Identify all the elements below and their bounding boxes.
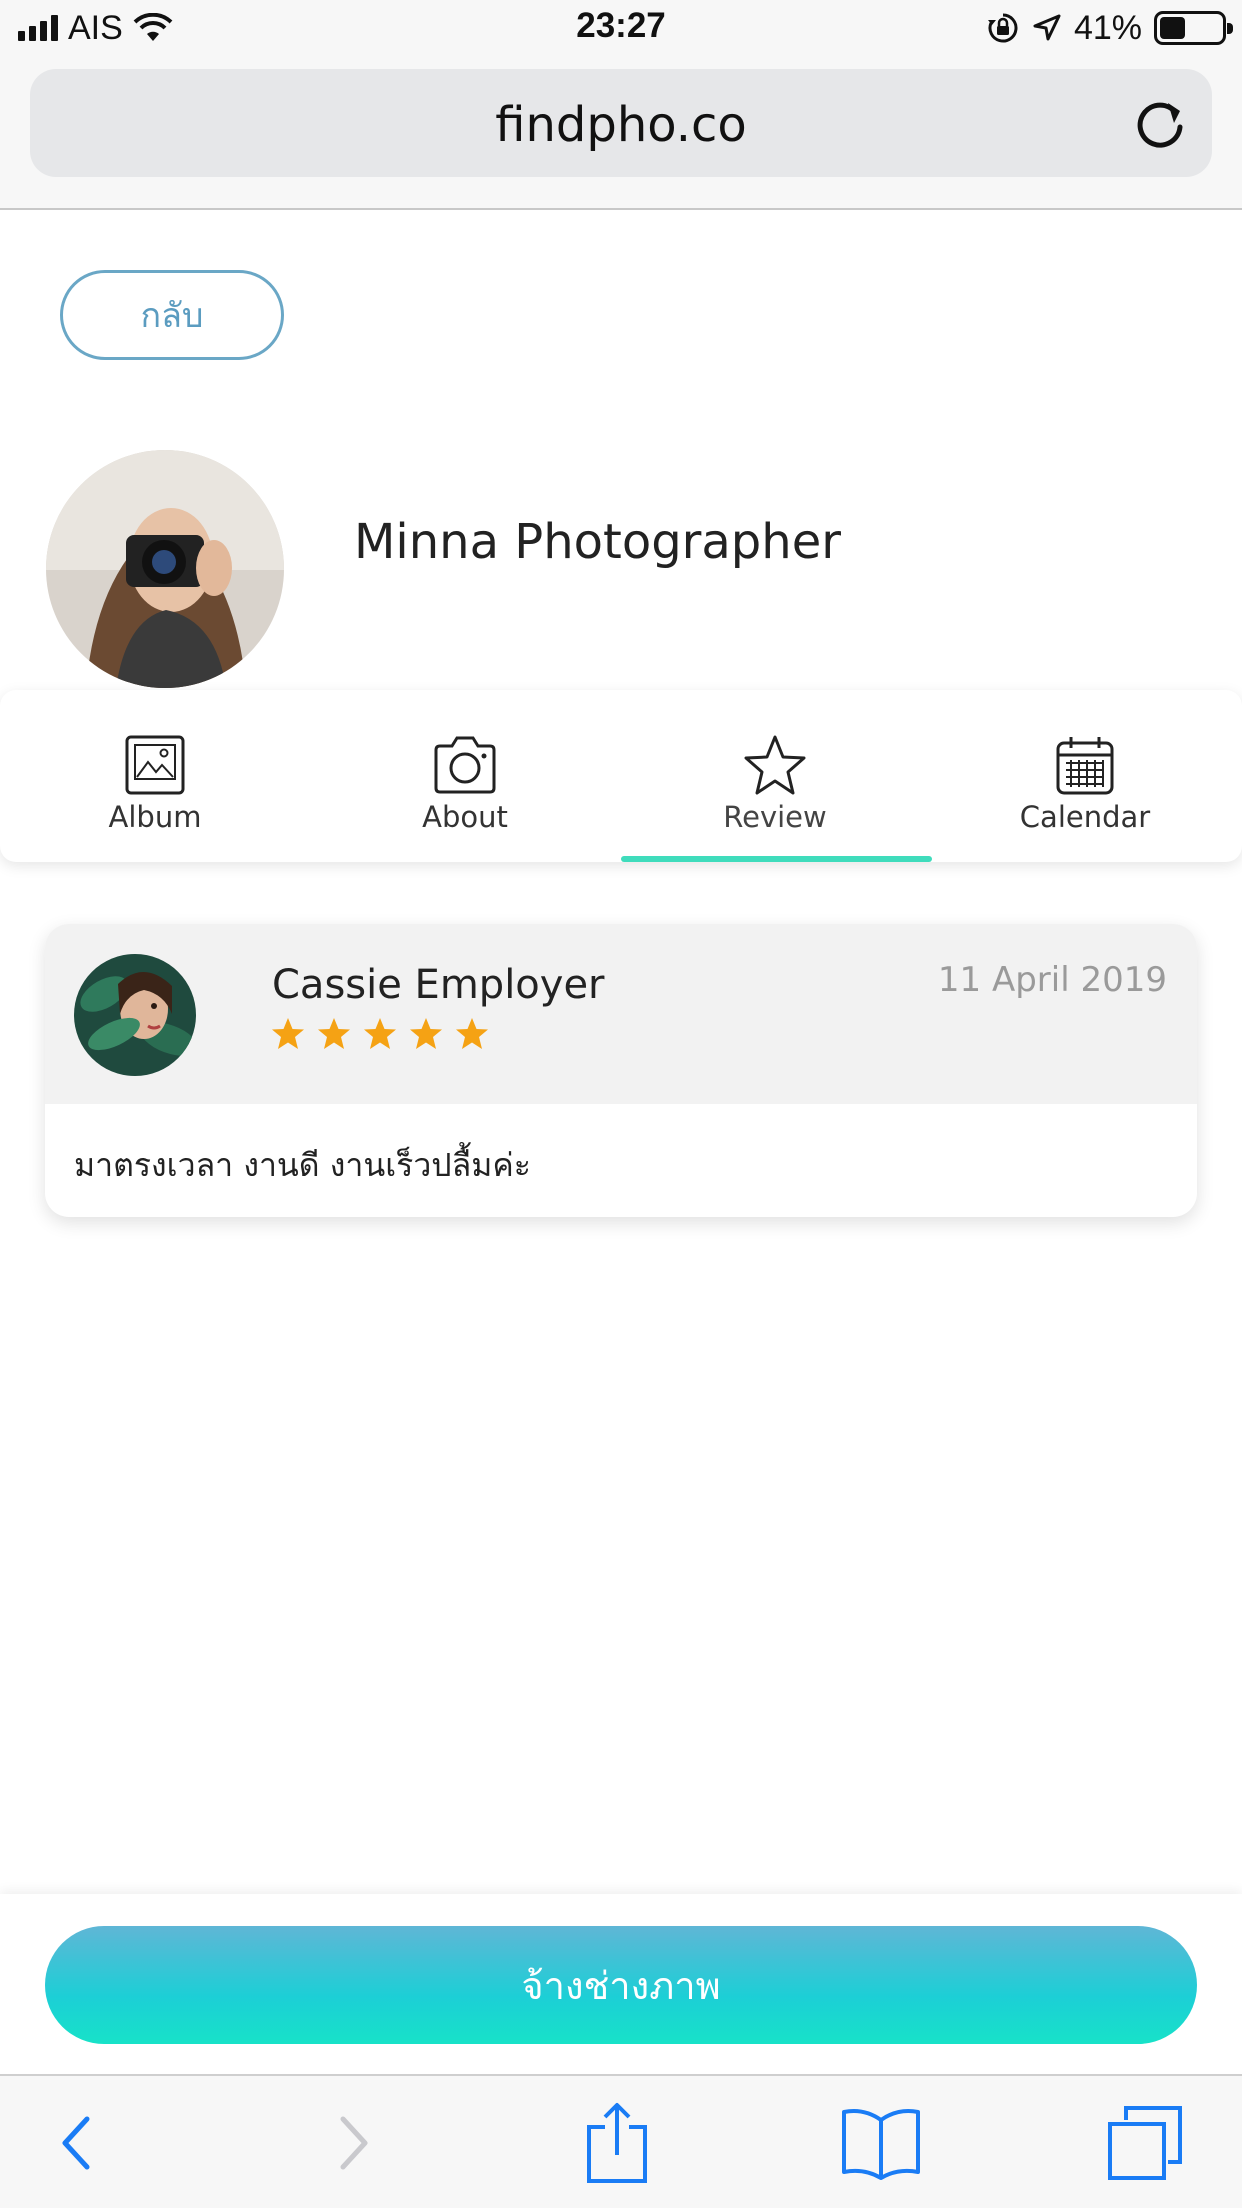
- status-right: 41%: [986, 8, 1233, 48]
- battery-percent: 41%: [1073, 8, 1142, 47]
- review-date: 11 April 2019: [937, 960, 1167, 1000]
- review-card: Cassie Employer 11 April 2019 มาตรงเวลา …: [45, 924, 1197, 1217]
- tab-album[interactable]: Album: [0, 690, 310, 862]
- calendar-icon: [1056, 737, 1114, 795]
- battery-icon: [1154, 11, 1233, 45]
- reload-icon[interactable]: [1130, 93, 1190, 153]
- tab-label-calendar: Calendar: [1019, 800, 1151, 834]
- tab-label-review: Review: [723, 800, 827, 834]
- photographer-avatar: [46, 450, 284, 688]
- forward-arrow-icon: [340, 2116, 368, 2170]
- rating-star-icon: [272, 1018, 304, 1049]
- browser-address-area: findpho.co: [0, 56, 1242, 210]
- share-button[interactable]: [572, 2100, 662, 2186]
- review-text: มาตรงเวลา งานดี งานเร็วปลื้มค่ะ: [74, 1146, 531, 1184]
- tab-label-album: Album: [108, 800, 202, 834]
- forward-arrow-button[interactable]: [308, 2100, 398, 2186]
- tab-about[interactable]: About: [310, 690, 620, 862]
- photographer-name: Minna Photographer: [354, 514, 841, 570]
- reviewer-avatar: [74, 954, 196, 1076]
- location-icon: [1033, 14, 1061, 41]
- hire-bar: จ้างช่างภาพ: [0, 1894, 1242, 2074]
- hire-photographer-button[interactable]: จ้างช่างภาพ: [45, 1926, 1197, 2044]
- profile-tabs: Album About Review Calendar: [0, 690, 1242, 862]
- rating-star-icon: [410, 1018, 442, 1049]
- bookmarks-button[interactable]: [836, 2100, 926, 2186]
- rating-stars: [270, 1016, 490, 1052]
- tab-label-about: About: [422, 800, 508, 834]
- tab-review[interactable]: Review: [620, 690, 930, 862]
- url-text[interactable]: findpho.co: [30, 97, 1212, 153]
- share-icon: [587, 2103, 647, 2183]
- tabs-button[interactable]: [1100, 2100, 1190, 2186]
- rating-star-icon: [318, 1018, 350, 1049]
- review-header: Cassie Employer 11 April 2019: [45, 924, 1197, 1104]
- tabs-icon: [1108, 2106, 1182, 2180]
- browser-toolbar: [0, 2074, 1242, 2208]
- back-arrow-icon: [62, 2116, 90, 2170]
- album-icon: [125, 735, 185, 795]
- active-tab-indicator: [621, 856, 932, 862]
- star-icon: [744, 735, 806, 795]
- status-bar: AIS 23:27 41%: [0, 0, 1242, 56]
- back-arrow-button[interactable]: [32, 2100, 122, 2186]
- bookmarks-icon: [842, 2109, 920, 2180]
- rating-star-icon: [456, 1018, 488, 1049]
- tab-calendar[interactable]: Calendar: [930, 690, 1240, 862]
- rating-star-icon: [364, 1018, 396, 1049]
- reviewer-name: Cassie Employer: [272, 962, 605, 1008]
- back-button[interactable]: กลับ: [60, 270, 284, 360]
- address-bar[interactable]: findpho.co: [30, 69, 1212, 177]
- camera-icon: [434, 736, 496, 794]
- rotation-lock-icon: [987, 13, 1018, 43]
